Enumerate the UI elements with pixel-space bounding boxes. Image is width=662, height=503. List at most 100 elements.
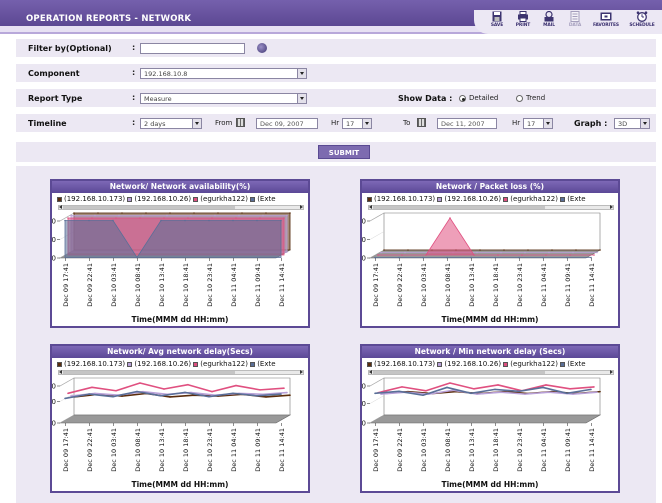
data-point: [575, 249, 577, 251]
legend-swatch: [127, 196, 133, 202]
legend-label: (egurkha122): [200, 195, 248, 203]
scroll-right-arrow-icon[interactable]: [610, 205, 615, 209]
print-button[interactable]: PRINT: [510, 10, 536, 32]
component-row: Component : 192.168.10.8: [16, 63, 656, 82]
filter-input[interactable]: [140, 43, 245, 54]
data-point: [214, 214, 216, 217]
graph-type-value: 3D: [618, 120, 628, 128]
data-point: [232, 392, 234, 395]
chart-floor: [368, 414, 602, 424]
timeline-value: 2 days: [144, 120, 166, 128]
component-select[interactable]: 192.168.10.8: [140, 68, 307, 79]
chevron-down-icon: [297, 94, 306, 103]
scroll-thumb[interactable]: [373, 371, 545, 374]
x-tick-label: Dec 11 14:41: [278, 263, 286, 307]
data-point: [67, 217, 69, 219]
x-tick-label: Dec 11 09:41: [254, 428, 262, 472]
data-point: [401, 386, 403, 388]
chart-panel: Network/ Network availability(%) (192.168…: [50, 179, 310, 328]
legend-label: (192.168.10.26): [134, 195, 192, 203]
page-header: OPERATION REPORTS - NETWORK SAVE PRINT M…: [0, 0, 662, 34]
submit-button[interactable]: SUBMIT: [318, 145, 370, 159]
mail-button[interactable]: MAIL: [536, 10, 562, 32]
data-point: [187, 383, 189, 386]
timeline-label: Timeline: [28, 119, 67, 128]
x-tick-label: Dec 11 09:41: [564, 263, 572, 307]
from-calendar-icon[interactable]: [236, 118, 245, 127]
chart-scrollbar[interactable]: [368, 205, 614, 210]
x-tick-label: Dec 10 18:41: [492, 428, 500, 472]
data-point: [208, 395, 210, 398]
from-date-field[interactable]: Dec 09, 2007: [256, 118, 318, 129]
scroll-right-arrow-icon[interactable]: [610, 370, 615, 374]
scroll-left-arrow-icon[interactable]: [57, 205, 62, 209]
data-point: [283, 217, 285, 219]
to-hr-select[interactable]: 17: [523, 118, 553, 129]
data-point: [404, 251, 406, 254]
chart-floor: [58, 414, 292, 424]
from-hr-select[interactable]: 17: [342, 118, 372, 129]
detailed-radio[interactable]: [459, 95, 466, 102]
scroll-thumb[interactable]: [373, 206, 545, 209]
chart-title: Network / Packet loss (%): [362, 181, 618, 193]
legend-label: (192.168.10.26): [444, 195, 502, 203]
graph-type-select[interactable]: 3D: [614, 118, 650, 129]
scroll-thumb[interactable]: [63, 206, 235, 209]
report-type-colon: :: [132, 93, 136, 102]
x-tick-label: Dec 10 08:41: [444, 263, 452, 307]
data-point: [187, 217, 189, 219]
data-label: DATA: [568, 23, 582, 28]
data-point: [139, 217, 141, 219]
report-type-label: Report Type: [28, 94, 83, 103]
data-point: [494, 388, 496, 391]
to-calendar-icon[interactable]: [417, 118, 426, 127]
data-point: [497, 384, 499, 386]
legend-label: (Exte: [567, 195, 586, 203]
data-point: [169, 396, 171, 398]
report-type-select[interactable]: Measure: [140, 93, 307, 104]
data-point: [503, 249, 505, 251]
save-button[interactable]: SAVE: [484, 10, 510, 32]
chevron-down-icon: [362, 119, 371, 128]
data-point: [184, 219, 186, 222]
scroll-thumb[interactable]: [63, 371, 235, 374]
data-point: [401, 254, 403, 256]
scroll-right-arrow-icon[interactable]: [300, 205, 305, 209]
chart-scrollbar[interactable]: [58, 370, 304, 375]
scroll-left-arrow-icon[interactable]: [57, 370, 62, 374]
x-tick-label: Dec 10 13:41: [158, 428, 166, 472]
trend-radio[interactable]: [516, 95, 523, 102]
legend-label: (192.168.10.26): [134, 360, 192, 368]
charts-area: Network/ Network availability(%) (192.168…: [16, 166, 656, 503]
legend-label: (192.168.10.26): [444, 360, 502, 368]
legend-label: (192.168.10.173): [374, 360, 436, 368]
data-point: [241, 212, 243, 214]
data-button[interactable]: DATA: [562, 10, 588, 32]
x-tick-label: Dec 11 14:41: [278, 428, 286, 472]
timeline-select[interactable]: 2 days: [140, 118, 202, 129]
data-point: [97, 212, 99, 214]
gridline: [59, 377, 75, 387]
data-point: [67, 392, 69, 395]
data-point: [545, 384, 547, 386]
x-tick-label: Dec 10 23:41: [516, 428, 524, 472]
legend-swatch: [193, 196, 199, 202]
scroll-right-arrow-icon[interactable]: [300, 370, 305, 374]
data-point: [91, 217, 93, 219]
chart-scrollbar[interactable]: [58, 205, 304, 210]
y-tick-label: 0.0430: [52, 383, 56, 391]
data-point: [407, 249, 409, 251]
data-point: [256, 219, 258, 222]
component-colon: :: [132, 68, 136, 77]
report-type-value: Measure: [144, 95, 172, 103]
data-point: [280, 219, 282, 222]
chart-scrollbar[interactable]: [368, 370, 614, 375]
legend-swatch: [193, 361, 199, 367]
favorites-button[interactable]: FAVORITES: [588, 10, 624, 32]
scroll-left-arrow-icon[interactable]: [367, 370, 372, 374]
scroll-left-arrow-icon[interactable]: [367, 205, 372, 209]
go-icon[interactable]: [257, 43, 267, 53]
to-date-field[interactable]: Dec 11, 2007: [437, 118, 497, 129]
schedule-button[interactable]: SCHEDULE: [624, 10, 660, 32]
data-point: [259, 217, 261, 219]
